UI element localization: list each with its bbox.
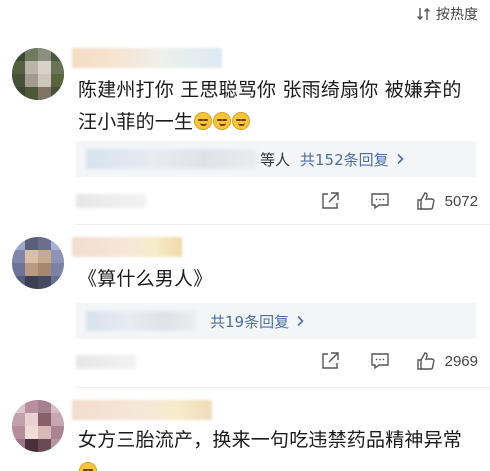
reply-suffix: 等人 bbox=[260, 150, 291, 169]
username-blurred[interactable] bbox=[72, 400, 212, 420]
like-button[interactable]: 2969 bbox=[415, 350, 478, 372]
comment-actions: 5072 bbox=[319, 189, 478, 213]
comment-item: 《算什么男人》 共19条回复 2969 bbox=[0, 225, 490, 390]
avatar[interactable] bbox=[12, 48, 64, 100]
grin-emoji-icon bbox=[194, 112, 213, 130]
chevron-right-icon bbox=[297, 315, 304, 327]
like-button[interactable]: 5072 bbox=[415, 190, 478, 212]
replier-names-blurred bbox=[86, 149, 256, 169]
like-icon bbox=[416, 352, 435, 370]
reply-preview[interactable]: 共19条回复 bbox=[76, 303, 476, 339]
username-blurred[interactable] bbox=[72, 237, 182, 257]
comment-button[interactable] bbox=[369, 190, 391, 212]
like-count: 5072 bbox=[444, 192, 478, 210]
comment-text: 女方三胎流产，换来一句吃违禁药品精神异常 bbox=[78, 424, 466, 471]
comment-item: 陈建州打你 王思聪骂你 张雨绮扇你 被嫌弃的汪小菲的一生 等人 共152条回复 … bbox=[0, 0, 490, 225]
like-icon bbox=[416, 192, 435, 210]
avatar[interactable] bbox=[12, 400, 64, 452]
comment-feed: 按热度 陈建州打你 王思聪骂你 张雨绮扇你 被嫌弃的汪小菲的一生 等人 共152… bbox=[0, 0, 490, 471]
timestamp-blurred bbox=[76, 355, 136, 369]
comment-text: 陈建州打你 王思聪骂你 张雨绮扇你 被嫌弃的汪小菲的一生 bbox=[78, 79, 462, 133]
replier-names-blurred bbox=[86, 311, 196, 331]
chevron-right-icon bbox=[397, 153, 404, 165]
smile-emoji-icon bbox=[79, 462, 97, 471]
share-button[interactable] bbox=[319, 350, 341, 372]
reply-count-link[interactable]: 共152条回复 bbox=[300, 149, 405, 170]
share-icon bbox=[321, 352, 339, 369]
timestamp-blurred bbox=[76, 194, 146, 208]
reply-count-link[interactable]: 共19条回复 bbox=[210, 311, 305, 332]
comment-item: 女方三胎流产，换来一句吃违禁药品精神异常 bbox=[0, 388, 490, 471]
comment-icon bbox=[370, 353, 389, 370]
username-blurred[interactable] bbox=[72, 48, 222, 68]
avatar[interactable] bbox=[12, 237, 64, 289]
like-count: 2969 bbox=[444, 352, 478, 370]
comment-button[interactable] bbox=[369, 350, 391, 372]
share-button[interactable] bbox=[319, 190, 341, 212]
comment-text: 《算什么男人》 bbox=[78, 268, 213, 290]
share-icon bbox=[321, 192, 339, 209]
reply-preview[interactable]: 等人 共152条回复 bbox=[76, 141, 476, 177]
comment-icon bbox=[370, 193, 389, 210]
grin-emoji-icon bbox=[213, 112, 232, 130]
comment-actions: 2969 bbox=[319, 349, 478, 373]
grin-emoji-icon bbox=[232, 112, 251, 130]
